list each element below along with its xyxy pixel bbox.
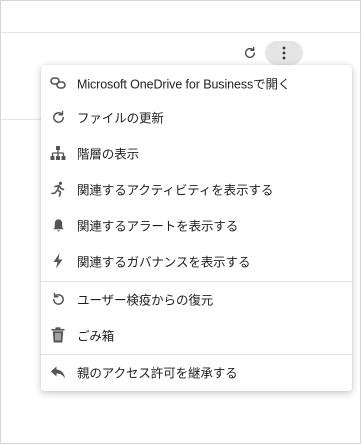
menu-item-label: ファイルの更新 bbox=[77, 111, 164, 126]
menu-item-label: ユーザー検疫からの復元 bbox=[77, 293, 214, 308]
header-divider bbox=[1, 32, 361, 33]
link-icon bbox=[49, 74, 67, 92]
bell-icon bbox=[49, 216, 67, 234]
menu-item-restore-quarantine[interactable]: ユーザー検疫からの復元 bbox=[41, 282, 352, 316]
row-divider bbox=[1, 119, 41, 120]
reply-icon bbox=[49, 363, 67, 381]
menu-item-open-onedrive[interactable]: Microsoft OneDrive for Businessで開く bbox=[41, 66, 352, 100]
menu-item-show-hierarchy[interactable]: 階層の表示 bbox=[41, 136, 352, 170]
refresh-icon bbox=[243, 46, 257, 60]
activity-run-icon bbox=[49, 180, 67, 198]
app-window: Microsoft OneDrive for Businessで開く ファイルの… bbox=[0, 0, 361, 444]
menu-item-show-governance[interactable]: 関連するガバナンスを表示する bbox=[41, 244, 352, 278]
menu-item-label: 関連するアラートを表示する bbox=[77, 219, 239, 234]
menu-item-show-activity[interactable]: 関連するアクティビティを表示する bbox=[41, 172, 352, 206]
menu-item-label: 親のアクセス許可を継承する bbox=[77, 366, 238, 381]
lightning-icon bbox=[49, 252, 67, 270]
more-vertical-icon bbox=[282, 46, 286, 60]
menu-item-label: ごみ箱 bbox=[77, 329, 115, 344]
hierarchy-icon bbox=[49, 144, 67, 162]
menu-item-refresh-file[interactable]: ファイルの更新 bbox=[41, 100, 352, 134]
menu-item-label: 関連するアクティビティを表示する bbox=[77, 183, 274, 198]
menu-item-show-alerts[interactable]: 関連するアラートを表示する bbox=[41, 208, 352, 242]
menu-item-inherit-permissions[interactable]: 親のアクセス許可を継承する bbox=[41, 355, 352, 389]
menu-item-label: 関連するガバナンスを表示する bbox=[77, 255, 251, 270]
menu-item-label: 階層の表示 bbox=[77, 147, 140, 162]
toolbar-refresh-button[interactable] bbox=[239, 41, 261, 65]
context-menu: Microsoft OneDrive for Businessで開く ファイルの… bbox=[41, 65, 352, 391]
refresh-icon bbox=[49, 108, 67, 126]
menu-item-trash[interactable]: ごみ箱 bbox=[41, 318, 352, 352]
restore-icon bbox=[49, 290, 67, 308]
more-options-button[interactable] bbox=[265, 41, 303, 65]
menu-item-label: Microsoft OneDrive for Businessで開く bbox=[77, 77, 291, 92]
trash-icon bbox=[49, 326, 67, 344]
